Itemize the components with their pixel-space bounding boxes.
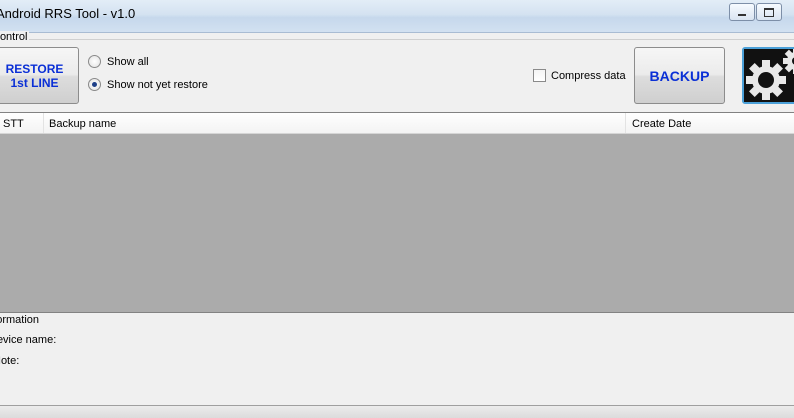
settings-button[interactable] bbox=[742, 47, 794, 104]
minimize-button[interactable] bbox=[729, 3, 755, 21]
show-all-radio[interactable]: Show all bbox=[88, 55, 149, 68]
backup-button[interactable]: BACKUP bbox=[634, 47, 725, 104]
note-label: Note: bbox=[0, 355, 20, 367]
maximize-icon bbox=[764, 7, 774, 17]
show-all-label: Show all bbox=[107, 55, 149, 68]
checkbox-box[interactable] bbox=[533, 69, 546, 82]
maximize-button[interactable] bbox=[756, 3, 782, 21]
information-group-label: Information bbox=[0, 314, 40, 326]
gears-icon bbox=[744, 49, 794, 102]
column-header-backup-name[interactable]: Backup name bbox=[44, 113, 626, 133]
restore-first-line-button[interactable]: RESTORE 1st LINE bbox=[0, 47, 79, 104]
restore-button-line1: RESTORE bbox=[5, 61, 64, 76]
title-bar: Android RRS Tool - v1.0 bbox=[0, 0, 794, 33]
device-name-label: Device name: bbox=[0, 334, 57, 346]
column-header-stt[interactable]: STT bbox=[0, 113, 44, 133]
window-title: Android RRS Tool - v1.0 bbox=[0, 6, 136, 21]
minimize-icon bbox=[738, 14, 746, 16]
status-bar bbox=[0, 405, 794, 418]
radio-circle-selected[interactable] bbox=[88, 78, 101, 91]
show-not-yet-restore-radio[interactable]: Show not yet restore bbox=[88, 78, 208, 91]
column-header-create-date[interactable]: Create Date bbox=[627, 113, 794, 133]
compress-data-checkbox[interactable]: Compress data bbox=[533, 69, 626, 82]
show-not-yet-restore-label: Show not yet restore bbox=[107, 78, 208, 91]
backup-list[interactable]: STT Backup name Create Date bbox=[0, 112, 794, 313]
list-header: STT Backup name Create Date bbox=[0, 113, 794, 134]
restore-button-line2: 1st LINE bbox=[10, 75, 59, 90]
control-group-label: Control bbox=[0, 31, 30, 43]
radio-circle[interactable] bbox=[88, 55, 101, 68]
compress-data-label: Compress data bbox=[551, 69, 626, 82]
